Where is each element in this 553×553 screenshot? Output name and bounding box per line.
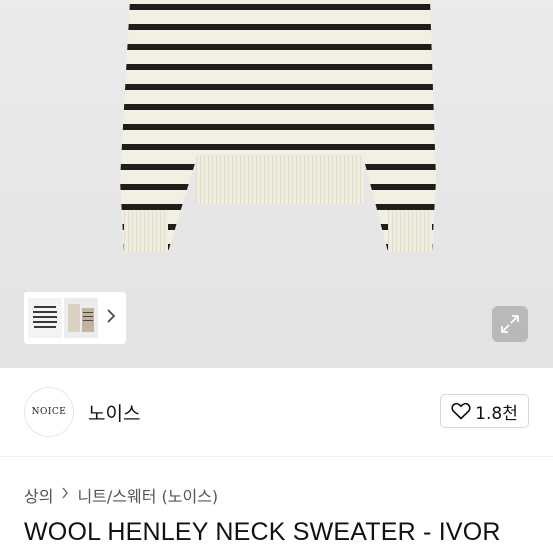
product-image[interactable]: [0, 0, 553, 368]
divider: [0, 456, 553, 457]
chevron-right-icon[interactable]: [106, 309, 116, 327]
brand-name[interactable]: 노이스: [88, 399, 140, 426]
breadcrumb: 상의 니트/스웨터 (노이스): [24, 483, 218, 507]
brand-row: NOICE 노이스 1.8천: [24, 387, 529, 437]
product-title: WOOL HENLEY NECK SWEATER - IVOR: [24, 518, 501, 546]
expand-icon[interactable]: [492, 306, 528, 342]
breadcrumb-category[interactable]: 상의: [24, 483, 53, 507]
chevron-right-icon: [61, 487, 69, 503]
thumbnail-strip[interactable]: [24, 292, 126, 344]
brand-logo-text: NOICE: [31, 407, 67, 417]
thumbnail-2[interactable]: [64, 298, 98, 338]
like-count: 1.8천: [475, 403, 518, 424]
like-button[interactable]: 1.8천: [440, 394, 529, 428]
thumbnail-1[interactable]: [28, 298, 62, 338]
heart-icon: [451, 402, 471, 420]
breadcrumb-subcategory[interactable]: 니트/스웨터 (노이스): [77, 483, 218, 507]
brand-logo[interactable]: NOICE: [24, 387, 74, 437]
